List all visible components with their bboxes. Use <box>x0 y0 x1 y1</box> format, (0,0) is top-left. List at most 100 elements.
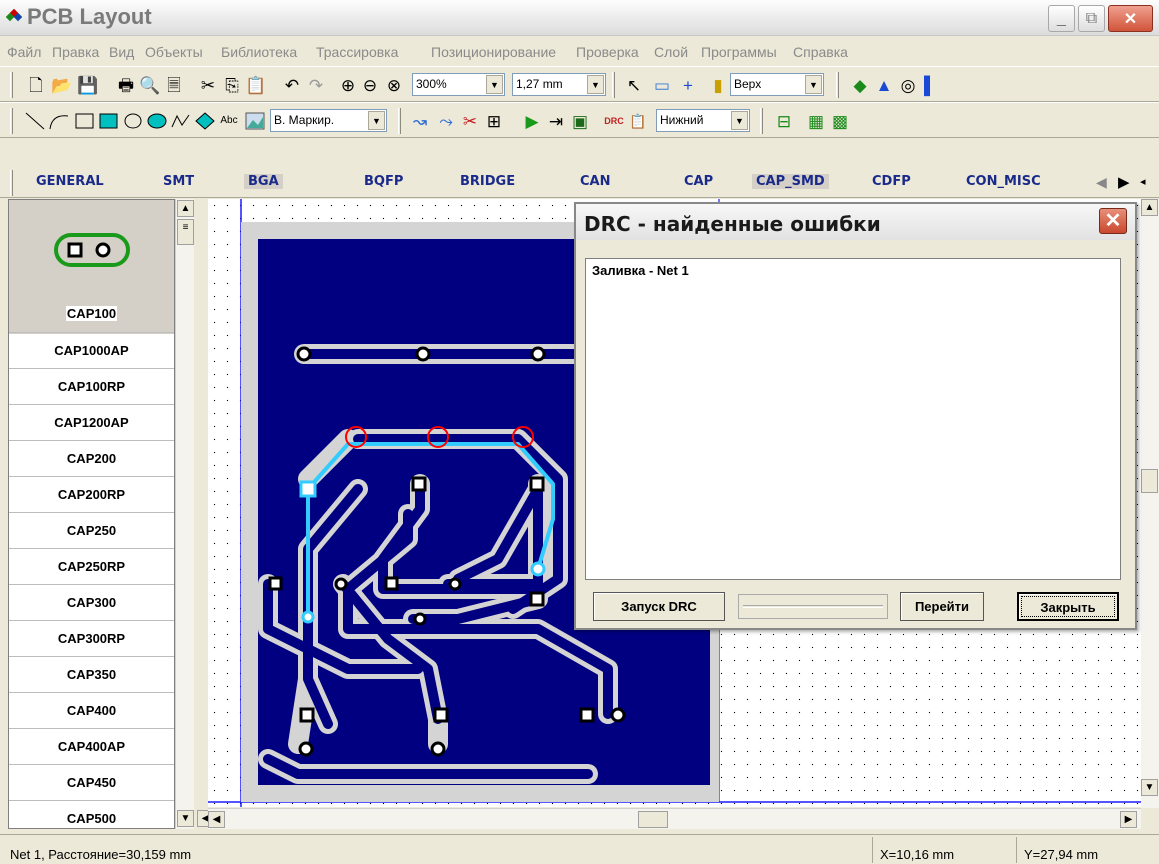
list-item[interactable]: CAP100RP <box>9 368 174 404</box>
list-item[interactable]: CAP300 <box>9 584 174 620</box>
tab-bga[interactable]: BGA <box>244 174 283 189</box>
print-icon[interactable]: 🖶 <box>116 75 136 95</box>
image-icon[interactable] <box>244 111 266 131</box>
toolbar-grip[interactable] <box>10 170 13 196</box>
copy-icon[interactable]: ⎘ <box>222 75 242 95</box>
drc-error-item[interactable]: Заливка - Net 1 <box>586 259 1120 282</box>
canvas-vertical-scrollbar[interactable]: ▲ ▼ <box>1141 199 1159 808</box>
toolbar-grip[interactable] <box>760 108 763 134</box>
via-icon[interactable]: ▲ <box>874 75 894 95</box>
zoom-out-icon[interactable]: ⊖ <box>360 75 380 95</box>
marking-layer-select[interactable]: В. Маркир. ▼ <box>270 109 387 132</box>
close-button[interactable]: ✕ <box>1108 5 1153 32</box>
toolbar-grip[interactable] <box>836 72 839 98</box>
tab-bqfp[interactable]: BQFP <box>364 174 403 189</box>
paste-icon[interactable]: 📋 <box>245 75 266 95</box>
scroll-down-icon[interactable]: ▼ <box>1141 779 1158 796</box>
menu-file[interactable]: Файл <box>7 44 41 60</box>
list-item[interactable]: CAP300RP <box>9 620 174 656</box>
tab-cap-smd[interactable]: CAP_SMD <box>752 174 829 189</box>
chevron-down-icon[interactable]: ▼ <box>805 75 822 94</box>
zoom-fit-icon[interactable]: ⊗ <box>384 75 404 95</box>
filled-rectangle-icon[interactable] <box>98 111 120 131</box>
toolbar-grip[interactable] <box>10 72 13 98</box>
menu-layer[interactable]: Слой <box>654 44 688 60</box>
print-preview-icon[interactable]: 🔍 <box>139 75 160 95</box>
tab-scroll-right-icon[interactable]: ▶ <box>1118 173 1130 191</box>
document-icon[interactable]: 🗏 <box>164 75 184 95</box>
polyline-icon[interactable] <box>170 111 192 131</box>
list-item[interactable]: CAP250 <box>9 512 174 548</box>
layer-select[interactable]: Верх ▼ <box>730 73 824 96</box>
maximize-button[interactable]: ⧉ <box>1078 5 1105 32</box>
arc-icon[interactable] <box>48 111 70 131</box>
tab-con-misc[interactable]: CON_MISC <box>966 174 1041 189</box>
tab-cap[interactable]: CAP <box>684 174 713 189</box>
filled-circle-icon[interactable] <box>146 111 168 131</box>
scroll-left-icon[interactable]: ◀ <box>208 811 225 828</box>
split-trace-icon[interactable]: ✂ <box>460 111 480 131</box>
undo-icon[interactable]: ↶ <box>282 75 302 95</box>
crosshair-icon[interactable]: + <box>678 75 698 95</box>
toolbar-grip[interactable] <box>398 108 401 134</box>
polygon-icon[interactable] <box>194 111 216 131</box>
list-item[interactable]: CAP200 <box>9 440 174 476</box>
autoroute-icon[interactable]: ⤳ <box>436 111 456 131</box>
list-item[interactable]: CAP250RP <box>9 548 174 584</box>
bottom-layer-select[interactable]: Нижний ▼ <box>656 109 750 132</box>
scroll-thumb[interactable] <box>638 811 668 828</box>
scroll-right-icon[interactable]: ▶ <box>1120 811 1137 828</box>
chevron-down-icon[interactable]: ▼ <box>486 75 503 94</box>
toolbar-grip[interactable] <box>10 108 13 134</box>
tab-bridge[interactable]: BRIDGE <box>460 174 515 189</box>
line-icon[interactable] <box>24 111 46 131</box>
chevron-down-icon[interactable]: ▼ <box>368 111 385 130</box>
toolbar-grip[interactable] <box>612 72 615 98</box>
menu-check[interactable]: Проверка <box>576 44 639 60</box>
menu-routing[interactable]: Трассировка <box>316 44 398 60</box>
list-item[interactable]: CAP450 <box>9 764 174 800</box>
component-list-scrollbar[interactable]: ▲ ≡ ▼ <box>175 199 194 829</box>
tab-menu-icon[interactable]: ◂ <box>1140 175 1146 188</box>
dialog-title-bar[interactable]: DRC - найденные ошибки ✕ <box>576 204 1135 240</box>
chevron-down-icon[interactable]: ▼ <box>731 111 748 130</box>
canvas-horizontal-scrollbar[interactable]: ◀ ▶ <box>208 808 1141 829</box>
pointer-icon[interactable]: ↖ <box>624 75 644 95</box>
save-icon[interactable]: 💾 <box>77 75 98 95</box>
zoom-in-icon[interactable]: ⊕ <box>338 75 358 95</box>
scroll-thumb[interactable]: ≡ <box>177 219 194 245</box>
rectangle-icon[interactable] <box>74 111 96 131</box>
menu-placement[interactable]: Позиционирование <box>431 44 556 60</box>
board-icon[interactable]: ▣ <box>570 111 590 131</box>
menu-edit[interactable]: Правка <box>52 44 99 60</box>
chip-icon[interactable]: ▦ <box>806 111 826 131</box>
menu-objects[interactable]: Объекты <box>145 44 203 60</box>
scroll-down-icon[interactable]: ▼ <box>177 810 194 827</box>
tool-icon[interactable]: ▌ <box>920 75 940 95</box>
list-item[interactable]: CAP350 <box>9 656 174 692</box>
drc-check-icon[interactable]: DRC <box>604 111 624 131</box>
export-icon[interactable]: ⇥ <box>546 111 566 131</box>
zoom-select[interactable]: 300% ▼ <box>412 73 505 96</box>
dialog-close-icon[interactable]: ✕ <box>1099 208 1127 234</box>
list-item[interactable]: CAP400 <box>9 692 174 728</box>
component-icon[interactable]: ⊟ <box>774 111 794 131</box>
list-item[interactable]: CAP1200AP <box>9 404 174 440</box>
pad-icon[interactable]: ◆ <box>850 75 870 95</box>
goto-button[interactable]: Перейти <box>900 592 984 621</box>
net-icon[interactable]: ⊞ <box>484 111 504 131</box>
list-item[interactable]: CAP400AP <box>9 728 174 764</box>
scroll-up-icon[interactable]: ▲ <box>1141 199 1158 216</box>
scroll-up-icon[interactable]: ▲ <box>177 200 194 217</box>
route-icon[interactable]: ↝ <box>410 111 430 131</box>
tab-can[interactable]: CAN <box>580 174 610 189</box>
list-item-selected[interactable]: CAP100 <box>9 296 174 332</box>
tab-general[interactable]: GENERAL <box>36 174 104 189</box>
close-dialog-button[interactable]: Закрыть <box>1017 592 1119 621</box>
cut-icon[interactable]: ✂ <box>198 75 218 95</box>
hole-icon[interactable]: ◎ <box>898 75 918 95</box>
run-drc-button[interactable]: Запуск DRC <box>593 592 725 621</box>
grid-select[interactable]: 1,27 mm ▼ <box>512 73 606 96</box>
chip-alt-icon[interactable]: ▩ <box>830 111 850 131</box>
scroll-thumb[interactable] <box>1141 469 1158 493</box>
